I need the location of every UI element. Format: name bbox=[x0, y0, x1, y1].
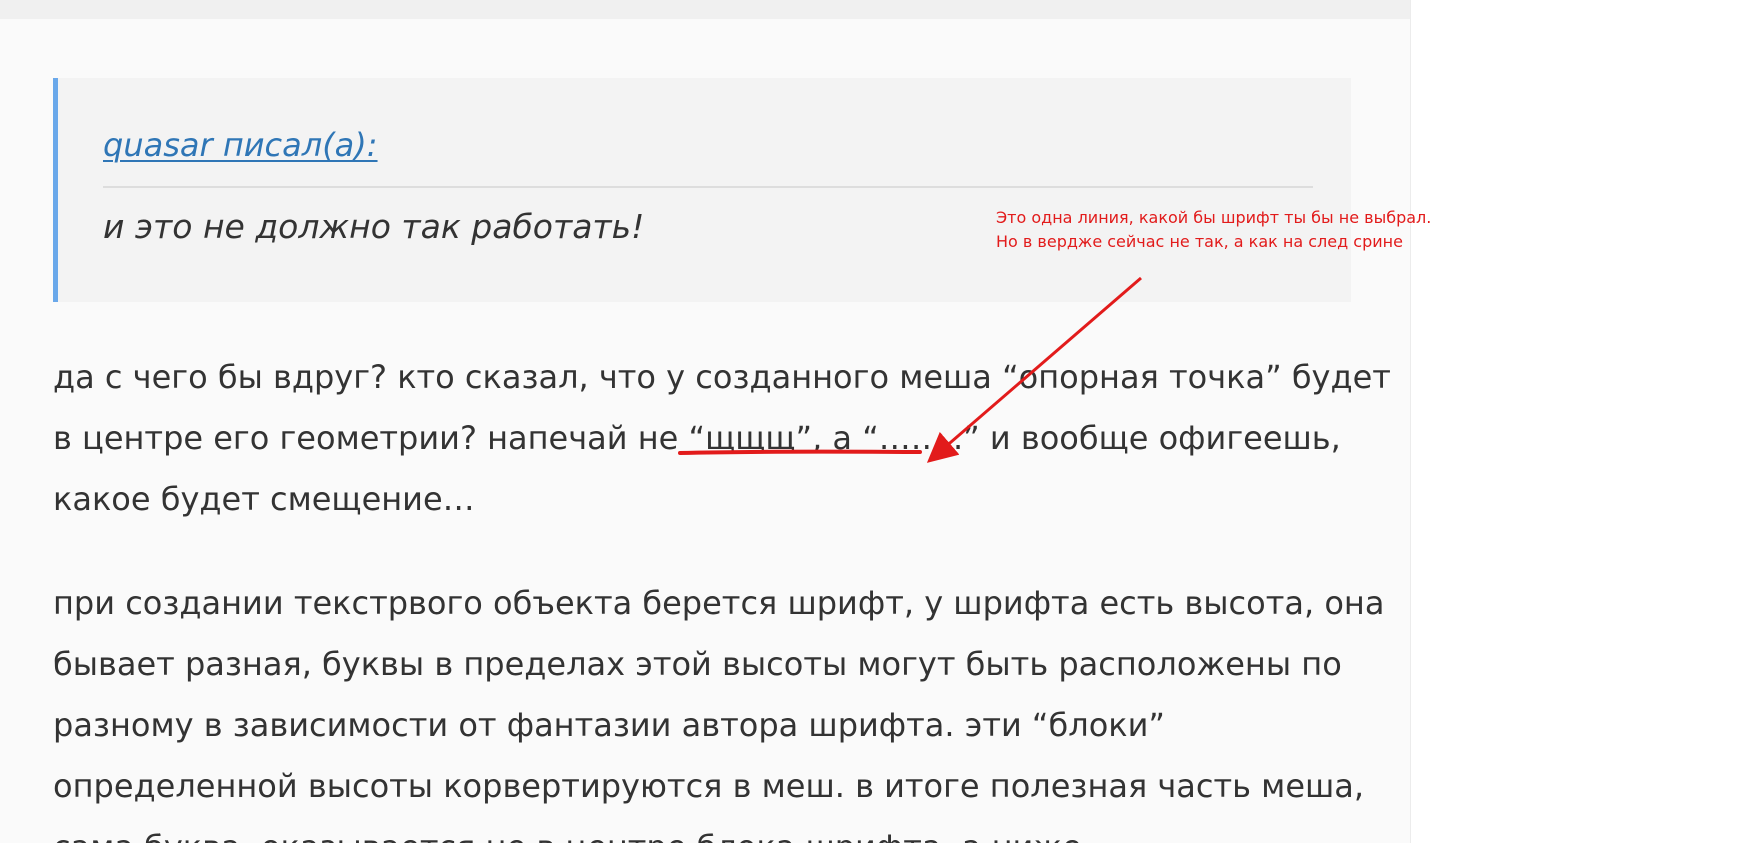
post-top-band bbox=[0, 0, 1410, 19]
paragraph-line: сама буква, оказывается не в центре блок… bbox=[53, 817, 1384, 843]
screenshot: quasar писал(а): и это не должно так раб… bbox=[0, 0, 1757, 843]
forum-post: quasar писал(а): и это не должно так раб… bbox=[0, 0, 1411, 843]
paragraph-line: определенной высоты корвертируются в меш… bbox=[53, 767, 1365, 805]
post-paragraph-1: да с чего бы вдруг? кто сказал, что у со… bbox=[53, 347, 1391, 530]
annotation-note-line: Это одна линия, какой бы шрифт ты бы не … bbox=[996, 208, 1432, 227]
quote-author-link[interactable]: quasar писал(а): bbox=[103, 126, 378, 164]
blockquote: quasar писал(а): и это не должно так раб… bbox=[53, 78, 1351, 302]
annotation-note: Это одна линия, какой бы шрифт ты бы не … bbox=[996, 206, 1431, 254]
paragraph-line: при создании текстрвого объекта берется … bbox=[53, 584, 1385, 622]
quote-divider bbox=[103, 186, 1313, 188]
paragraph-line: в центре его геометрии? напечай не “щщщ”… bbox=[53, 419, 1341, 457]
annotation-note-line: Но в вердже сейчас не так, а как на след… bbox=[996, 232, 1403, 251]
paragraph-line: какое будет смещение… bbox=[53, 480, 475, 518]
quote-text: и это не должно так работать! bbox=[103, 207, 645, 246]
paragraph-line: да с чего бы вдруг? кто сказал, что у со… bbox=[53, 358, 1391, 396]
paragraph-line: бывает разная, буквы в пределах этой выс… bbox=[53, 645, 1342, 683]
paragraph-line: разному в зависимости от фантазии автора… bbox=[53, 706, 1165, 744]
post-paragraph-2: при создании текстрвого объекта берется … bbox=[53, 573, 1384, 843]
